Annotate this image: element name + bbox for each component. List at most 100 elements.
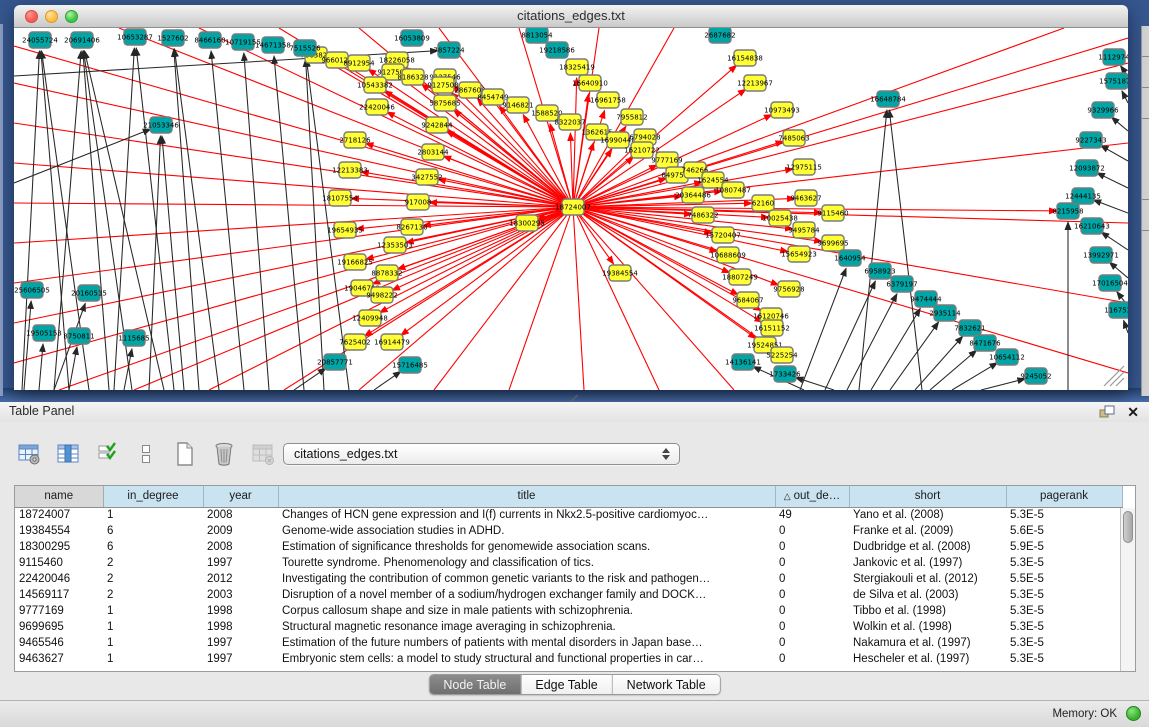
graph-node[interactable]: 9684067 <box>732 292 763 308</box>
graph-node[interactable]: 8466160 <box>194 32 225 48</box>
graph-node[interactable]: 9329966 <box>1087 102 1119 118</box>
graph-node[interactable]: 6958923 <box>864 263 895 279</box>
table-row[interactable]: 946362711997Embryonic stem cells: a mode… <box>15 651 1122 667</box>
graph-node[interactable]: 8912954 <box>343 55 375 71</box>
graph-node[interactable]: 12353503 <box>377 237 413 253</box>
close-panel-icon[interactable]: ✕ <box>1127 404 1139 420</box>
column-header-short[interactable]: short <box>849 486 1006 507</box>
zoom-window-button[interactable] <box>65 10 78 23</box>
graph-node[interactable]: 9699695 <box>817 235 848 251</box>
graph-node[interactable]: 16151152 <box>754 320 790 336</box>
graph-node[interactable]: 8750811 <box>63 328 94 344</box>
graph-node[interactable]: 16914479 <box>374 334 410 350</box>
merge-rows-icon[interactable] <box>133 441 159 467</box>
panel-splitter-grip[interactable] <box>570 395 579 402</box>
graph-node[interactable]: 9146821 <box>502 97 533 113</box>
graph-node[interactable]: 7832621 <box>954 320 985 336</box>
column-header-pagerank[interactable]: pagerank <box>1006 486 1122 507</box>
float-window-icon[interactable] <box>1099 405 1115 419</box>
table-row[interactable]: 1938455462009Genome-wide association stu… <box>15 523 1122 539</box>
graph-node[interactable]: 16961758 <box>590 92 626 108</box>
graph-node[interactable]: 8813054 <box>521 28 553 43</box>
graph-node[interactable]: 13992971 <box>1083 247 1119 263</box>
table-row[interactable]: 1872400712008Changes of HCN gene express… <box>15 507 1122 523</box>
column-header-in_degree[interactable]: in_degree <box>103 486 203 507</box>
graph-node[interactable]: 22420046 <box>359 99 395 115</box>
table-column-icon[interactable] <box>55 441 81 467</box>
graph-node[interactable]: 7857224 <box>433 42 465 58</box>
graph-node[interactable]: 15751874 <box>1099 73 1128 89</box>
graph-node[interactable]: 2803144 <box>417 144 449 160</box>
graph-node[interactable]: 7485063 <box>778 130 809 146</box>
graph-node[interactable]: 20364486 <box>675 187 711 203</box>
tab-network-table[interactable]: Network Table <box>612 675 720 694</box>
table-vertical-scrollbar[interactable] <box>1120 508 1135 671</box>
graph-node[interactable]: 2718126 <box>339 132 371 148</box>
graph-node[interactable]: 9495784 <box>788 222 820 238</box>
column-header-year[interactable]: year <box>203 486 278 507</box>
graph-node[interactable]: 16640910 <box>572 75 608 91</box>
tab-edge-table[interactable]: Edge Table <box>520 675 611 694</box>
close-window-button[interactable] <box>25 10 38 23</box>
graph-node[interactable]: 16053809 <box>394 30 430 46</box>
graph-node[interactable]: 18325419 <box>559 59 595 75</box>
graph-node[interactable]: 9227343 <box>1075 132 1106 148</box>
graph-node[interactable]: 7486322 <box>687 207 718 223</box>
graph-node[interactable]: 19166825 <box>337 254 373 270</box>
graph-node[interactable]: 2935114 <box>929 305 961 321</box>
graph-node[interactable]: 19384554 <box>602 265 638 281</box>
table-row[interactable]: 946554611997Estimation of the future num… <box>15 635 1122 651</box>
graph-node[interactable]: 8215958 <box>1052 203 1083 219</box>
graph-node[interactable]: 917008 <box>405 194 432 210</box>
table-row[interactable]: 1830029562008Estimation of significance … <box>15 539 1122 555</box>
column-header-title[interactable]: title <box>278 486 775 507</box>
graph-node[interactable]: 7625402 <box>339 334 370 350</box>
graph-node[interactable]: 17016504 <box>1092 275 1128 291</box>
graph-node[interactable]: 1640954 <box>834 250 866 266</box>
graph-node[interactable]: 24055724 <box>22 32 58 48</box>
minimize-window-button[interactable] <box>45 10 58 23</box>
graph-node[interactable]: 8186328 <box>397 69 428 85</box>
table-row[interactable]: 911546021997Tourette syndrome. Phenomeno… <box>15 555 1122 571</box>
graph-node[interactable]: 5875685 <box>429 95 460 111</box>
graph-node[interactable]: 9463627 <box>790 190 821 206</box>
graph-node[interactable]: 9242844 <box>421 117 453 133</box>
graph-node[interactable]: 25606505 <box>14 282 50 298</box>
graph-node[interactable]: 1112974 <box>1098 49 1128 65</box>
graph-node[interactable]: 9777169 <box>651 152 682 168</box>
graph-node[interactable]: 15716485 <box>392 357 428 373</box>
graph-node[interactable]: 9756928 <box>773 281 804 297</box>
graph-node[interactable]: 1167531 <box>1104 302 1128 318</box>
column-header-name[interactable]: name <box>15 486 103 507</box>
network-table-select[interactable]: citations_edges.txt <box>283 443 680 465</box>
memory-status-indicator[interactable] <box>1126 706 1141 721</box>
graph-node[interactable]: 20691406 <box>64 32 100 48</box>
graph-node[interactable]: 2687682 <box>704 28 735 43</box>
graph-node[interactable]: 9498222 <box>366 287 397 303</box>
graph-node[interactable]: 7955812 <box>616 109 647 125</box>
network-graph-canvas[interactable]: 1872400718300295766382296601288912954182… <box>14 28 1128 390</box>
graph-node[interactable]: 12213967 <box>737 75 773 91</box>
table-row[interactable]: 1456911722003Disruption of a novel membe… <box>15 587 1122 603</box>
graph-node[interactable]: 9115460 <box>817 205 848 221</box>
graph-node[interactable]: 21053346 <box>143 117 179 133</box>
graph-node[interactable]: 8267130 <box>396 219 427 235</box>
delete-icon[interactable] <box>211 441 237 467</box>
graph-node[interactable]: 10654112 <box>989 349 1025 365</box>
column-header-out_de[interactable]: △out_de… <box>775 486 849 507</box>
new-document-icon[interactable] <box>172 441 198 467</box>
graph-node[interactable]: 19218586 <box>539 42 575 58</box>
table-row[interactable]: 977716911998Corpus callosum shape and si… <box>15 603 1122 619</box>
delete-table-icon[interactable] <box>250 441 276 467</box>
graph-node[interactable]: 19654935 <box>327 222 363 238</box>
resize-grip-icon[interactable] <box>1110 372 1124 386</box>
graph-node[interactable]: 6379197 <box>886 276 917 292</box>
graph-node[interactable]: 1527602 <box>157 30 188 46</box>
graph-node[interactable]: 16648784 <box>870 91 906 107</box>
select-rows-icon[interactable] <box>94 441 120 467</box>
graph-node[interactable]: 7515526 <box>289 40 321 56</box>
graph-node[interactable]: 1733426 <box>769 366 801 382</box>
graph-node[interactable]: 8878332 <box>371 265 402 281</box>
graph-node[interactable]: 8471676 <box>969 335 1001 351</box>
graph-node[interactable]: 16210643 <box>1074 218 1110 234</box>
